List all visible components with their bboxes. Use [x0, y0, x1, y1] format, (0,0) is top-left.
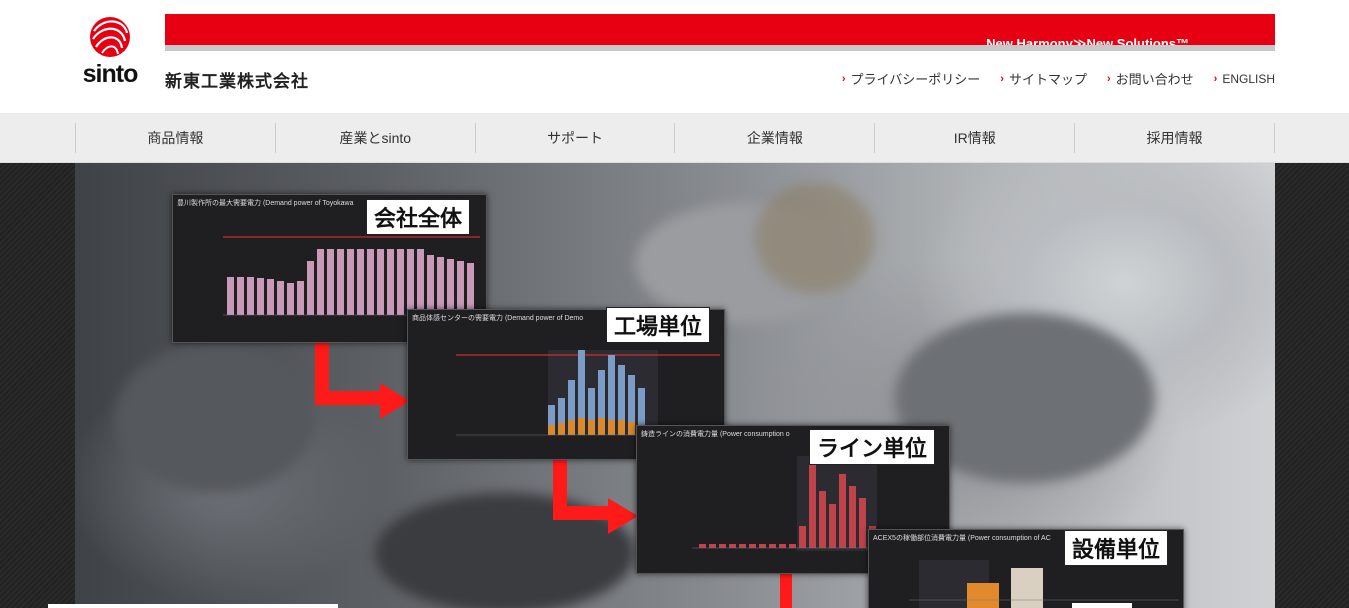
global-nav: 商品情報 産業とsinto サポート 企業情報 IR情報 採用情報: [0, 113, 1349, 163]
tagline-underbar: [165, 45, 1275, 51]
sinto-logo[interactable]: sinto: [75, 14, 145, 89]
nav-item-company[interactable]: 企業情報: [674, 123, 874, 153]
link-label: ENGLISH: [1222, 71, 1275, 86]
link-privacy-policy[interactable]: › プライバシーポリシー: [842, 69, 980, 88]
tagline-bar: New Harmony≫New Solutions™: [165, 14, 1275, 51]
scroll-edge: [48, 604, 338, 608]
site-header: sinto 新東工業株式会社 New Harmony≫New Solutions…: [0, 0, 1349, 113]
link-label: お問い合わせ: [1115, 72, 1194, 87]
chevron-right-icon: ›: [1106, 72, 1111, 85]
chart-panel-label: 設備単位: [1064, 530, 1169, 566]
swirl-logo-icon: [90, 17, 130, 57]
company-name[interactable]: 新東工業株式会社: [165, 67, 309, 92]
chart-panel-label: 会社全体: [366, 199, 471, 235]
nav-item-industry[interactable]: 産業とsinto: [274, 123, 475, 153]
utility-links: › プライバシーポリシー › サイトマップ › お問い合わせ › ENGLISH: [842, 69, 1275, 88]
chart-panel-equipment: ACEX5の稼働部位消費電力量 (Power consumption of AC…: [868, 529, 1184, 608]
nav-item-careers[interactable]: 採用情報: [1074, 123, 1275, 153]
nav-item-ir[interactable]: IR情報: [874, 123, 1074, 153]
link-contact[interactable]: › お問い合わせ: [1107, 69, 1194, 88]
nav-item-products[interactable]: 商品情報: [75, 123, 275, 153]
scroll-edge: [1072, 603, 1132, 608]
global-nav-list: 商品情報 産業とsinto サポート 企業情報 IR情報 採用情報: [75, 123, 1275, 153]
chart-panel-label: ライン単位: [809, 429, 936, 465]
chevron-right-icon: ›: [841, 72, 846, 85]
link-english[interactable]: › ENGLISH: [1214, 69, 1275, 88]
logo-text: sinto: [82, 60, 139, 88]
link-label: サイトマップ: [1008, 72, 1087, 87]
link-sitemap[interactable]: › サイトマップ: [1000, 69, 1087, 88]
link-label: プライバシーポリシー: [850, 72, 981, 87]
hero-banner[interactable]: 豊川製作所の最大需要電力 (Demand power of Toyokawa 会…: [0, 163, 1349, 608]
chevron-right-icon: ›: [1213, 72, 1218, 85]
nav-item-support[interactable]: サポート: [474, 123, 675, 153]
chart-panel-label: 工場単位: [606, 307, 711, 343]
chevron-right-icon: ›: [1000, 72, 1004, 85]
